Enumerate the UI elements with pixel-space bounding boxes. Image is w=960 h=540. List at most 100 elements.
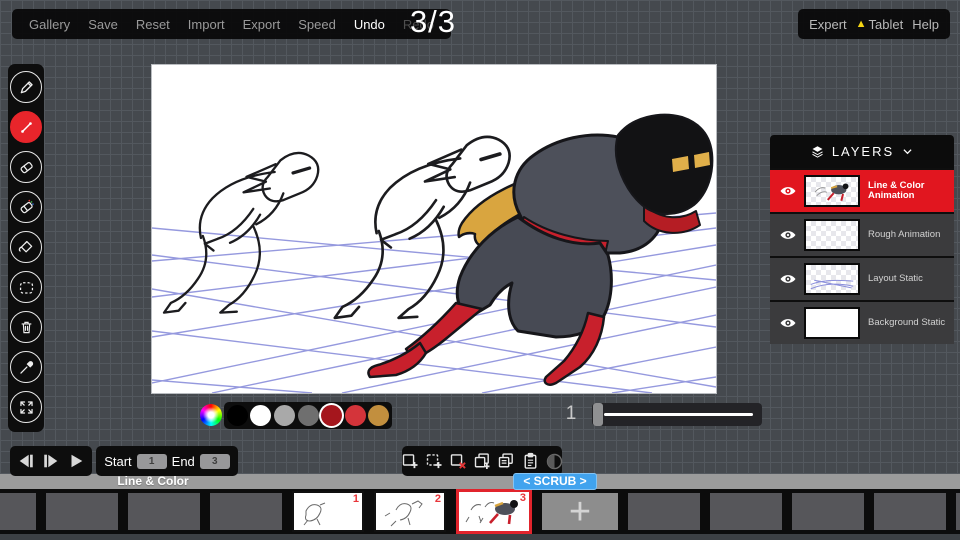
previous-frame-button[interactable]	[16, 452, 36, 470]
menu-gallery[interactable]: Gallery	[20, 17, 79, 32]
layer-name: Rough Animation	[868, 230, 940, 240]
drawing-canvas[interactable]	[152, 65, 716, 393]
frame-number: 1	[353, 493, 359, 505]
menu-help[interactable]: Help	[912, 17, 939, 32]
frame-thumbnail-1[interactable]: 1	[292, 491, 364, 532]
next-frame-button[interactable]	[41, 452, 61, 470]
frame-number: 2	[435, 493, 441, 505]
swatch-gold[interactable]	[368, 405, 389, 426]
add-frame-button[interactable]	[399, 451, 422, 472]
timeline-track-label: Line & Color	[98, 474, 208, 489]
menu-reset[interactable]: Reset	[127, 17, 179, 32]
empty-frame-cell	[792, 493, 864, 530]
tool-palette	[8, 64, 44, 432]
end-frame-input[interactable]: 3	[200, 454, 230, 469]
menu-undo[interactable]: Undo	[345, 17, 394, 32]
pencil-tool[interactable]	[10, 71, 42, 103]
add-frame-special-button[interactable]	[423, 451, 446, 472]
menu-export[interactable]: Export	[234, 17, 290, 32]
swatch-gray[interactable]	[274, 405, 295, 426]
copy-frame-icon	[496, 451, 517, 472]
expand-icon	[17, 398, 36, 417]
menu-import[interactable]: Import	[179, 17, 234, 32]
layers-title: LAYERS	[832, 144, 894, 159]
previous-frame-icon	[16, 452, 36, 470]
empty-frame-cell	[210, 493, 282, 530]
animation-app: Gallery Save Reset Import Export Speed U…	[0, 0, 960, 540]
eyedropper-icon	[17, 358, 36, 377]
visibility-eye-icon[interactable]	[779, 226, 797, 244]
eyedropper-tool[interactable]	[10, 351, 42, 383]
frame-operations	[402, 446, 562, 476]
layers-header[interactable]: LAYERS	[770, 135, 954, 168]
empty-frame-cell	[128, 493, 200, 530]
delete-tool[interactable]	[10, 311, 42, 343]
slider-track-line	[604, 413, 753, 416]
swatch-red[interactable]	[345, 405, 366, 426]
select-icon	[17, 278, 36, 297]
frame-3-art	[459, 492, 529, 531]
swatch-white[interactable]	[250, 405, 271, 426]
layer-name: Line & Color Animation	[868, 181, 954, 202]
play-button[interactable]	[66, 452, 86, 470]
layer-row-background[interactable]: Background Static	[770, 300, 954, 344]
menu-speed[interactable]: Speed	[289, 17, 345, 32]
layer-name: Background Static	[868, 318, 945, 328]
visibility-eye-icon[interactable]	[779, 314, 797, 332]
add-frame-icon	[400, 451, 421, 472]
copy-frame-button[interactable]	[495, 451, 518, 472]
menu-expert[interactable]: Expert	[809, 17, 847, 32]
menu-save[interactable]: Save	[79, 17, 127, 32]
onion-skin-button[interactable]	[543, 451, 566, 472]
onion-skin-icon	[544, 451, 565, 472]
layer-row-layout[interactable]: Layout Static	[770, 256, 954, 300]
empty-frame-cell	[956, 493, 960, 530]
eraser-tool[interactable]	[10, 151, 42, 183]
expand-tool[interactable]	[10, 391, 42, 423]
frame-thumbnail-2[interactable]: 2	[374, 491, 446, 532]
swatch-dark-red[interactable]	[321, 405, 342, 426]
layer-thumb-art	[806, 177, 858, 205]
layer-row-rough[interactable]: Rough Animation	[770, 212, 954, 256]
line-tool[interactable]	[10, 111, 42, 143]
play-icon	[66, 452, 86, 470]
delete-frame-button[interactable]	[447, 451, 470, 472]
duplicate-frame-button[interactable]	[471, 451, 494, 472]
layers-icon	[810, 144, 825, 159]
filmstrip: 1 2 3 +	[0, 489, 960, 534]
scrub-handle[interactable]: < SCRUB >	[513, 473, 597, 490]
swatch-black[interactable]	[227, 405, 248, 426]
visibility-eye-icon[interactable]	[779, 182, 797, 200]
select-tool[interactable]	[10, 271, 42, 303]
add-frame-cell[interactable]: +	[542, 493, 618, 530]
slider-thumb[interactable]	[593, 403, 603, 426]
layer-thumb-layout	[806, 265, 858, 293]
empty-frame-cell	[628, 493, 700, 530]
start-frame-input[interactable]: 1	[137, 454, 167, 469]
eraser-color-tool[interactable]	[10, 191, 42, 223]
swatch-dark-gray[interactable]	[298, 405, 319, 426]
start-label: Start	[104, 454, 131, 469]
tablet-label: Tablet	[869, 17, 904, 32]
menubar: Gallery Save Reset Import Export Speed U…	[12, 9, 451, 39]
layer-name: Layout Static	[868, 274, 923, 284]
visibility-eye-icon[interactable]	[779, 270, 797, 288]
color-wheel-button[interactable]	[200, 404, 222, 426]
warning-icon: ▲	[856, 19, 867, 30]
frame-thumbnail-3[interactable]: 3	[456, 489, 532, 534]
eraser-color-icon	[17, 198, 36, 217]
fill-bucket-tool[interactable]	[10, 231, 42, 263]
frame-number: 3	[520, 492, 526, 504]
menu-tablet[interactable]: ▲ Tablet	[856, 17, 904, 32]
frame-1-art	[294, 493, 362, 530]
paste-frame-icon	[520, 451, 541, 472]
paste-frame-button[interactable]	[519, 451, 542, 472]
empty-frame-cell	[874, 493, 946, 530]
frame-2-art	[376, 493, 444, 530]
color-swatches	[224, 402, 392, 429]
chevron-down-icon	[901, 145, 914, 158]
layer-thumbnail	[804, 307, 860, 339]
brush-size-slider[interactable]	[592, 403, 762, 426]
layer-row-line-color[interactable]: Line & Color Animation	[770, 168, 954, 212]
topright-bar: Expert ▲ Tablet Help	[798, 9, 950, 39]
